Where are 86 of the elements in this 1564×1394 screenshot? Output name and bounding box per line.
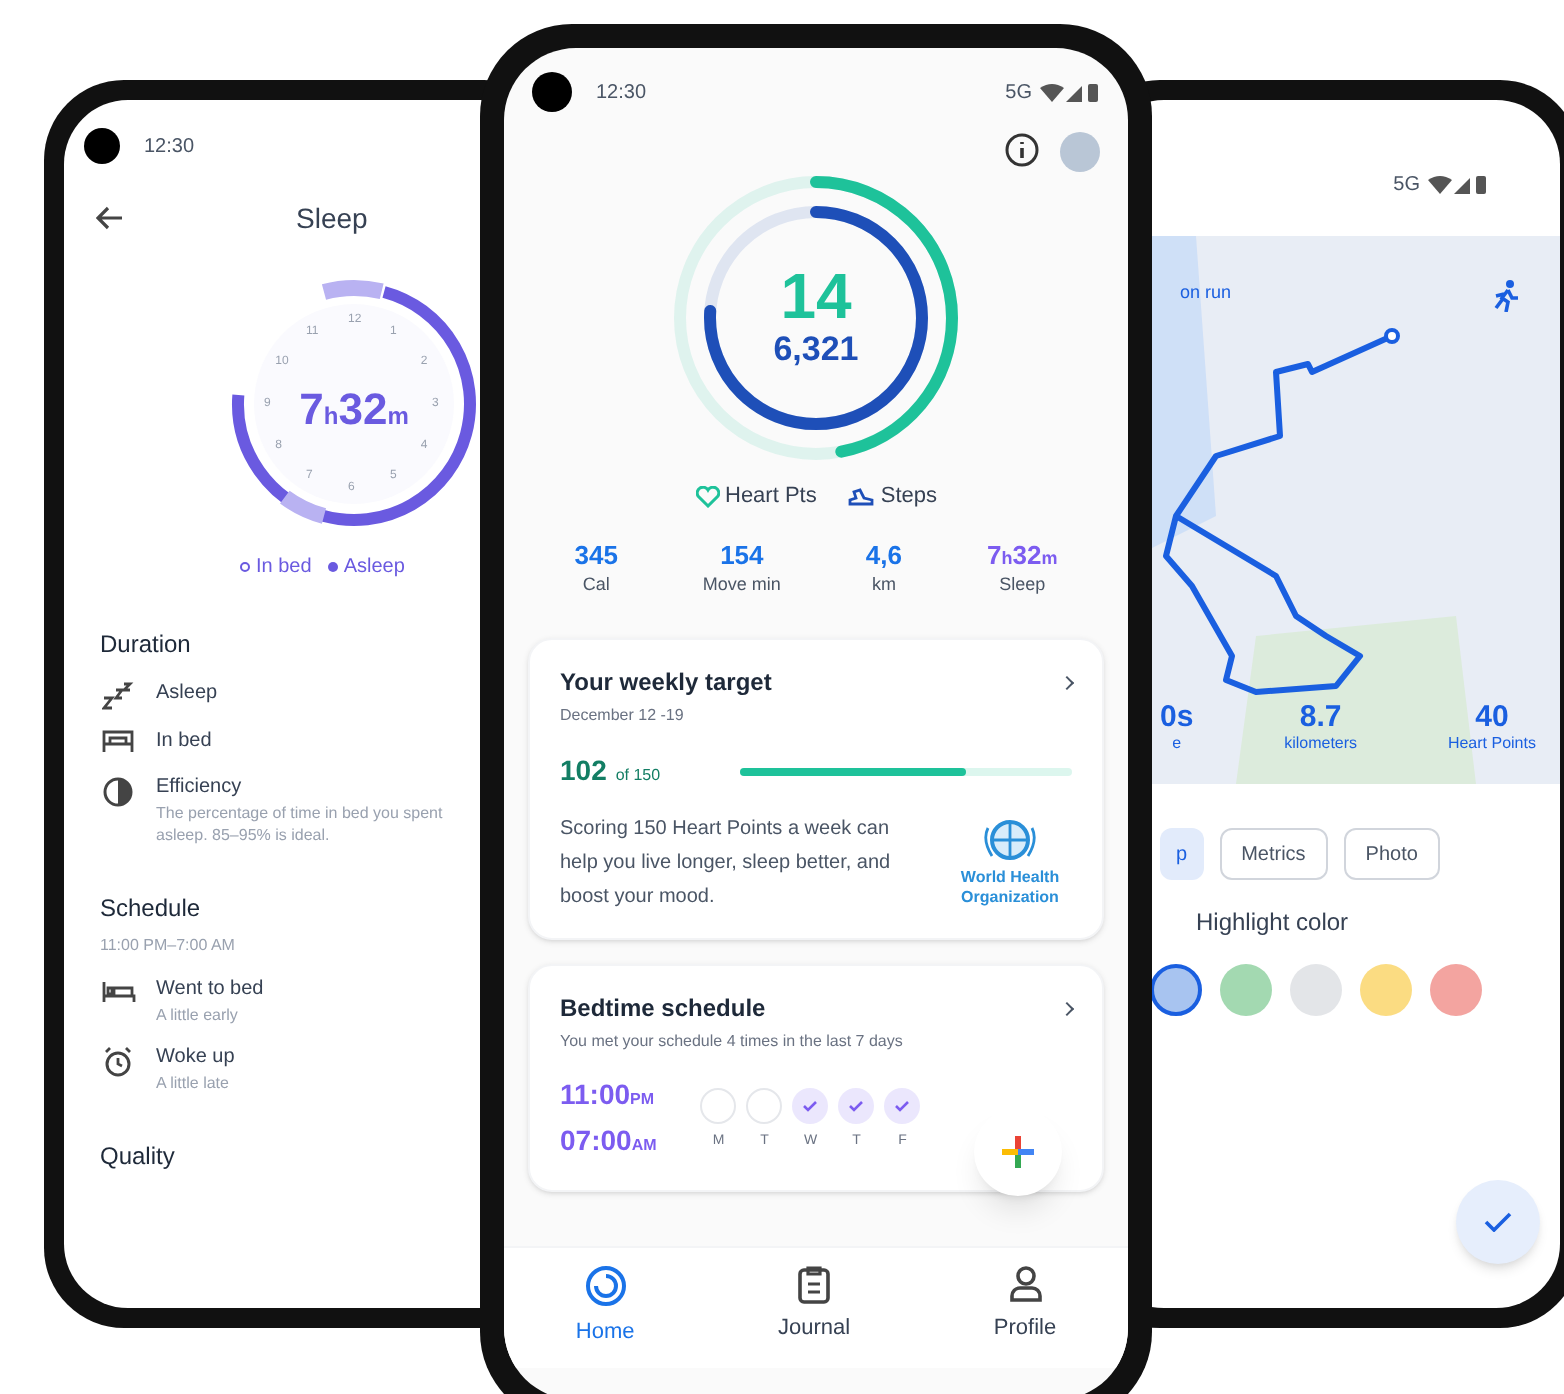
card-title: Your weekly target (560, 666, 772, 700)
legend-label: Heart Pts (725, 482, 817, 512)
map-label: on run (1180, 280, 1232, 306)
row-label: In bed (156, 728, 214, 756)
camera-icon (532, 72, 572, 112)
check-icon (802, 1099, 819, 1112)
stat-label: e (1172, 732, 1182, 756)
card-text: Scoring 150 Heart Points a week can help you live longer, sleep better, and boost your mood. (560, 816, 893, 912)
row-label: Went to bed (156, 976, 266, 1004)
card-date: December 12 -19 (560, 704, 686, 728)
color-swatch[interactable] (1290, 964, 1342, 1016)
status-time: 12:30 (144, 133, 195, 161)
row-label: Asleep (156, 680, 220, 708)
color-swatch[interactable] (1430, 964, 1482, 1016)
stat-value: 0s (1160, 702, 1194, 732)
nav-tab[interactable]: Profile (993, 1263, 1057, 1348)
row-label: Efficiency (156, 774, 244, 802)
logo-text: World Health (960, 868, 1060, 888)
stat-label: kilometers (1284, 732, 1358, 756)
section-title: Schedule (100, 892, 203, 926)
plus-icon (998, 1132, 1038, 1172)
bed-icon (102, 730, 134, 754)
screen-title: Sleep (296, 199, 368, 238)
nav-tab[interactable]: Journal (778, 1263, 851, 1348)
color-swatch[interactable] (1220, 964, 1272, 1016)
stat-value: 40 (1475, 702, 1509, 732)
weekly-target-card[interactable]: Your weekly target December 12 -19 102 of 150 Scoring 150 Heart Points a week can help you live longer, sleep better, and boost your mood. World Health Organization (528, 638, 1104, 940)
runner-icon (1492, 280, 1520, 312)
stat-label: km (871, 571, 896, 597)
shoe-icon (848, 485, 875, 508)
card-subtitle: You met your schedule 4 times in the last 7 days (560, 1030, 905, 1054)
legend-label: Steps (880, 482, 937, 512)
stat-label: Cal (582, 571, 610, 597)
row-detail: A little late (156, 1072, 231, 1094)
stat-label: Heart Points (1447, 732, 1536, 756)
zzz-icon (102, 682, 134, 710)
network-label: 5G (1393, 171, 1420, 199)
color-swatch[interactable] (1360, 964, 1412, 1016)
stat-label: Move min (702, 571, 781, 597)
stat-value: 7h32m (986, 541, 1058, 567)
legend-label: Asleep (343, 554, 405, 582)
row-label: Woke up (156, 1044, 237, 1072)
stat-value: 4,6 (865, 541, 902, 567)
sleep-total: 7h32m (297, 382, 411, 438)
alarm-clock-icon (102, 1046, 134, 1078)
stat-value: 154 (720, 541, 764, 567)
signal-status-icons (1428, 174, 1488, 194)
stat-label: Sleep (999, 571, 1046, 598)
steps-value: 6,321 (773, 328, 859, 372)
card-title: Bedtime schedule (560, 992, 766, 1026)
network-label: 5G (1005, 79, 1032, 107)
section-title: Quality (100, 1140, 177, 1174)
view-chip[interactable]: Photo (1343, 828, 1440, 880)
heart-points-value: 14 (780, 264, 852, 329)
info-icon[interactable] (1004, 132, 1040, 168)
avatar[interactable] (1060, 132, 1100, 172)
schedule-time: 11:00PM (560, 1076, 657, 1114)
stat-value: 345 (574, 541, 618, 567)
contrast-icon (102, 776, 134, 808)
view-chip[interactable]: p (1160, 828, 1204, 880)
section-title: Duration (100, 628, 193, 662)
row-detail: A little early (156, 1004, 240, 1026)
legend-label: In bed (256, 554, 312, 582)
back-arrow-icon[interactable] (96, 206, 124, 230)
check-icon (894, 1099, 911, 1112)
status-time: 12:30 (596, 79, 647, 107)
person-icon (1007, 1263, 1043, 1303)
nav-tab[interactable]: Home (575, 1263, 635, 1348)
confirm-button[interactable] (1456, 1180, 1540, 1264)
score-value: 102 of 150 (560, 752, 661, 790)
color-swatch[interactable] (1150, 964, 1202, 1016)
stat-value: 8.7 (1299, 702, 1342, 732)
row-detail: The percentage of time in bed you spent asleep. 85–95% is ideal. (156, 802, 445, 846)
check-icon (848, 1099, 865, 1112)
heart-icon (695, 485, 719, 508)
schedule-time: 07:00AM (560, 1122, 657, 1160)
check-icon (1484, 1212, 1512, 1232)
section-subtitle: 11:00 PM–7:00 AM (100, 934, 237, 958)
logo-text: Organization (961, 888, 1059, 908)
section-title: Highlight color (1196, 906, 1351, 940)
view-chip[interactable]: Metrics (1219, 828, 1328, 880)
signal-status-icons (1040, 82, 1100, 102)
clipboard-icon (796, 1263, 833, 1303)
bed-icon (101, 978, 135, 1004)
rings-icon (583, 1263, 628, 1307)
camera-icon (84, 128, 120, 164)
